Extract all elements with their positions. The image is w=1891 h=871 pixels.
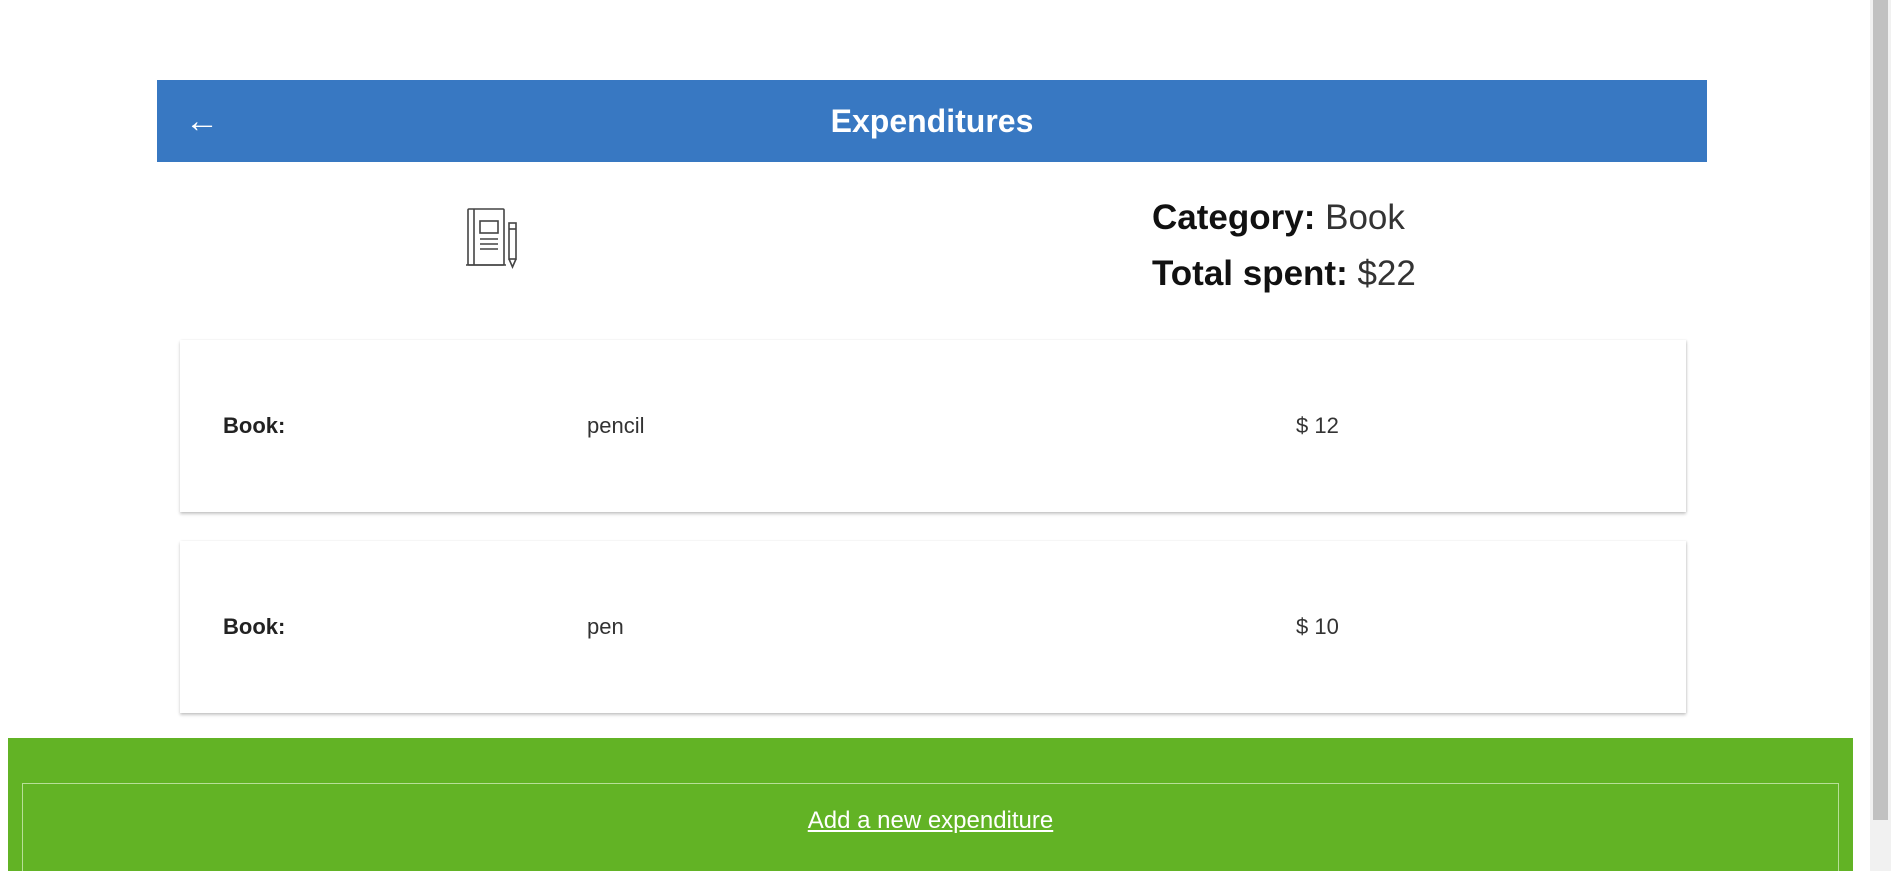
total-value: $22 bbox=[1357, 254, 1416, 293]
scrollbar[interactable] bbox=[1870, 0, 1891, 871]
add-expenditure-link[interactable]: Add a new expenditure bbox=[8, 807, 1853, 835]
footer-bar: Add a new expenditure bbox=[8, 738, 1853, 871]
total-label: Total spent: bbox=[1152, 254, 1348, 293]
category-value: Book bbox=[1325, 198, 1405, 237]
expenditure-category: Book: bbox=[223, 614, 286, 639]
category-label: Category: bbox=[1152, 198, 1316, 237]
expenditure-name: pencil bbox=[587, 413, 645, 438]
total-line: Total spent: $22 bbox=[1152, 246, 1416, 302]
header-bar: ← Expenditures bbox=[157, 80, 1707, 162]
scrollbar-thumb[interactable] bbox=[1873, 0, 1888, 820]
expenditure-amount: $ 10 bbox=[1296, 614, 1339, 639]
page-title: Expenditures bbox=[830, 103, 1034, 139]
expenditure-name: pen bbox=[587, 614, 624, 639]
category-summary: Category: Book Total spent: $22 bbox=[1152, 190, 1416, 302]
category-line: Category: Book bbox=[1152, 190, 1416, 246]
notebook-pencil-icon bbox=[466, 208, 517, 269]
expenditure-row[interactable]: Book: pen $ 10 bbox=[180, 541, 1686, 713]
expenditure-amount: $ 12 bbox=[1296, 413, 1339, 438]
expenditures-page: ← Expenditures Category: Book Total spen… bbox=[0, 0, 1891, 871]
expenditure-row[interactable]: Book: pencil $ 12 bbox=[180, 340, 1686, 512]
expenditure-category: Book: bbox=[223, 413, 286, 438]
